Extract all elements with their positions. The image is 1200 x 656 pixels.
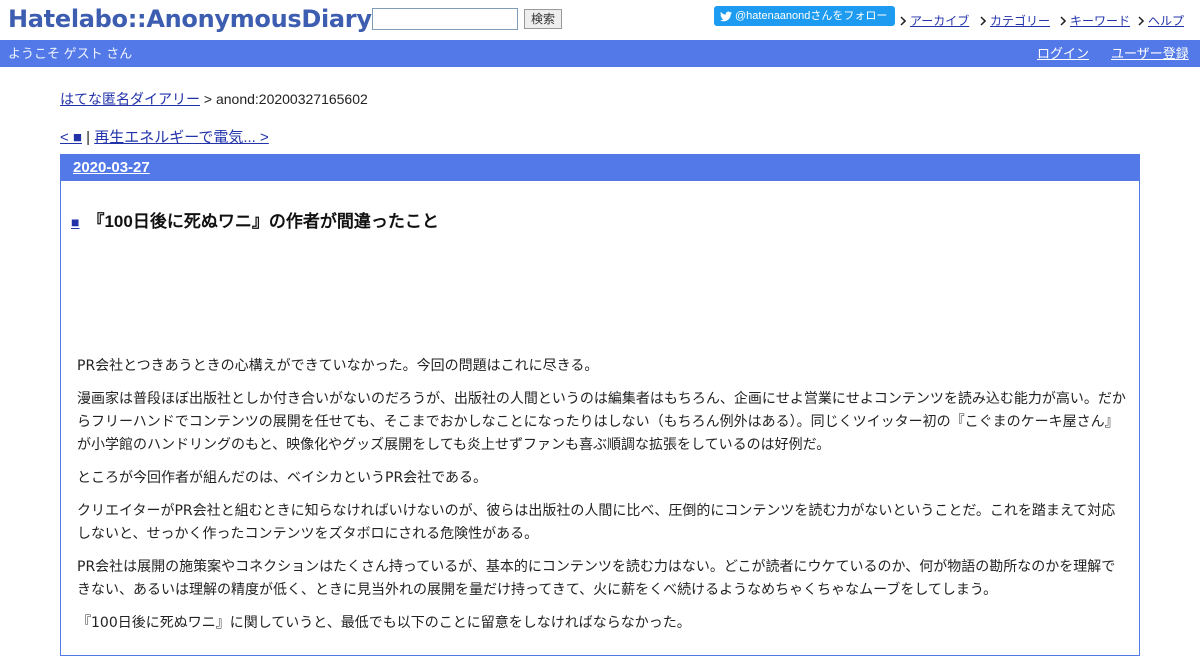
search-input[interactable]: [372, 8, 518, 30]
nav-help-link[interactable]: ヘルプ: [1148, 14, 1184, 28]
entry-paragraph: ところが今回作者が組んだのは、ベイシカというPR会社である。: [77, 470, 488, 486]
triangle-arrow-icon: [1138, 16, 1145, 26]
entry-title: ■ 『100日後に死ぬワニ』の作者が間違ったこと: [71, 207, 439, 232]
triangle-arrow-icon: [1060, 16, 1067, 26]
triangle-arrow-icon: [980, 16, 987, 26]
entry-title-text: 『100日後に死ぬワニ』の作者が間違ったこと: [87, 212, 439, 231]
welcome-text: ようこそ ゲスト さん: [8, 46, 133, 61]
entry-paragraph: PR会社は展開の施策案やコネクションはたくさん持っているが、基本的にコンテンツを…: [77, 559, 1116, 598]
twitter-follow-label: @hatenaanondさんをフォロー: [735, 10, 888, 22]
search-button[interactable]: 検索: [524, 9, 562, 29]
entry-pager: < ■ | 再生エネルギーで電気... >: [60, 126, 269, 147]
entry-permalink-icon[interactable]: ■: [71, 214, 79, 230]
entry-date-link[interactable]: 2020-03-27: [73, 159, 150, 176]
day-header: 2020-03-27: [61, 155, 1139, 181]
entry-box: 2020-03-27 ■ 『100日後に死ぬワニ』の作者が間違ったこと PR会社と…: [60, 154, 1140, 656]
nav-archive[interactable]: アーカイブ: [900, 12, 969, 29]
breadcrumb-home-link[interactable]: はてな匿名ダイアリー: [60, 91, 200, 107]
breadcrumb-current: anond:20200327165602: [215, 91, 368, 107]
entry-paragraph: クリエイターがPR会社と組むときに知らなければいけないのが、彼らは出版社の人間に…: [77, 503, 1116, 542]
entry-body: PR会社とつきあうときの心構えができていなかった。今回の問題はこれに尽きる。 漫…: [77, 355, 1129, 645]
site-header: Hatelabo::AnonymousDiary 検索 @hatenaanond…: [0, 0, 1200, 40]
next-entry-link[interactable]: 再生エネルギーで電気... >: [94, 129, 269, 146]
nav-category[interactable]: カテゴリー: [980, 12, 1050, 29]
twitter-bird-icon: [720, 11, 732, 22]
prev-entry-link[interactable]: < ■: [60, 129, 82, 146]
nav-keyword-link[interactable]: キーワード: [1070, 14, 1130, 28]
twitter-follow-button[interactable]: @hatenaanondさんをフォロー: [714, 6, 895, 26]
entry-paragraph: 『100日後に死ぬワニ』に関していうと、最低でも以下のことに留意をしなければなら…: [77, 615, 691, 631]
breadcrumb-separator: >: [200, 91, 216, 107]
welcome-bar: ようこそ ゲスト さん ログイン ユーザー登録: [0, 40, 1200, 67]
register-link[interactable]: ユーザー登録: [1111, 40, 1189, 67]
site-logo[interactable]: Hatelabo::AnonymousDiary: [8, 4, 372, 34]
entry-paragraph: 漫画家は普段ほぼ出版社としか付き合いがないのだろうが、出版社の人間というのは編集…: [77, 391, 1126, 453]
breadcrumb: はてな匿名ダイアリー > anond:20200327165602: [60, 89, 368, 109]
login-link[interactable]: ログイン: [1037, 40, 1089, 67]
nav-keyword[interactable]: キーワード: [1060, 12, 1130, 29]
pager-separator: |: [82, 129, 95, 146]
triangle-arrow-icon: [900, 16, 907, 26]
nav-archive-link[interactable]: アーカイブ: [910, 14, 969, 28]
nav-category-link[interactable]: カテゴリー: [990, 14, 1050, 28]
entry-paragraph: PR会社とつきあうときの心構えができていなかった。今回の問題はこれに尽きる。: [77, 358, 599, 374]
nav-help[interactable]: ヘルプ: [1138, 12, 1184, 29]
